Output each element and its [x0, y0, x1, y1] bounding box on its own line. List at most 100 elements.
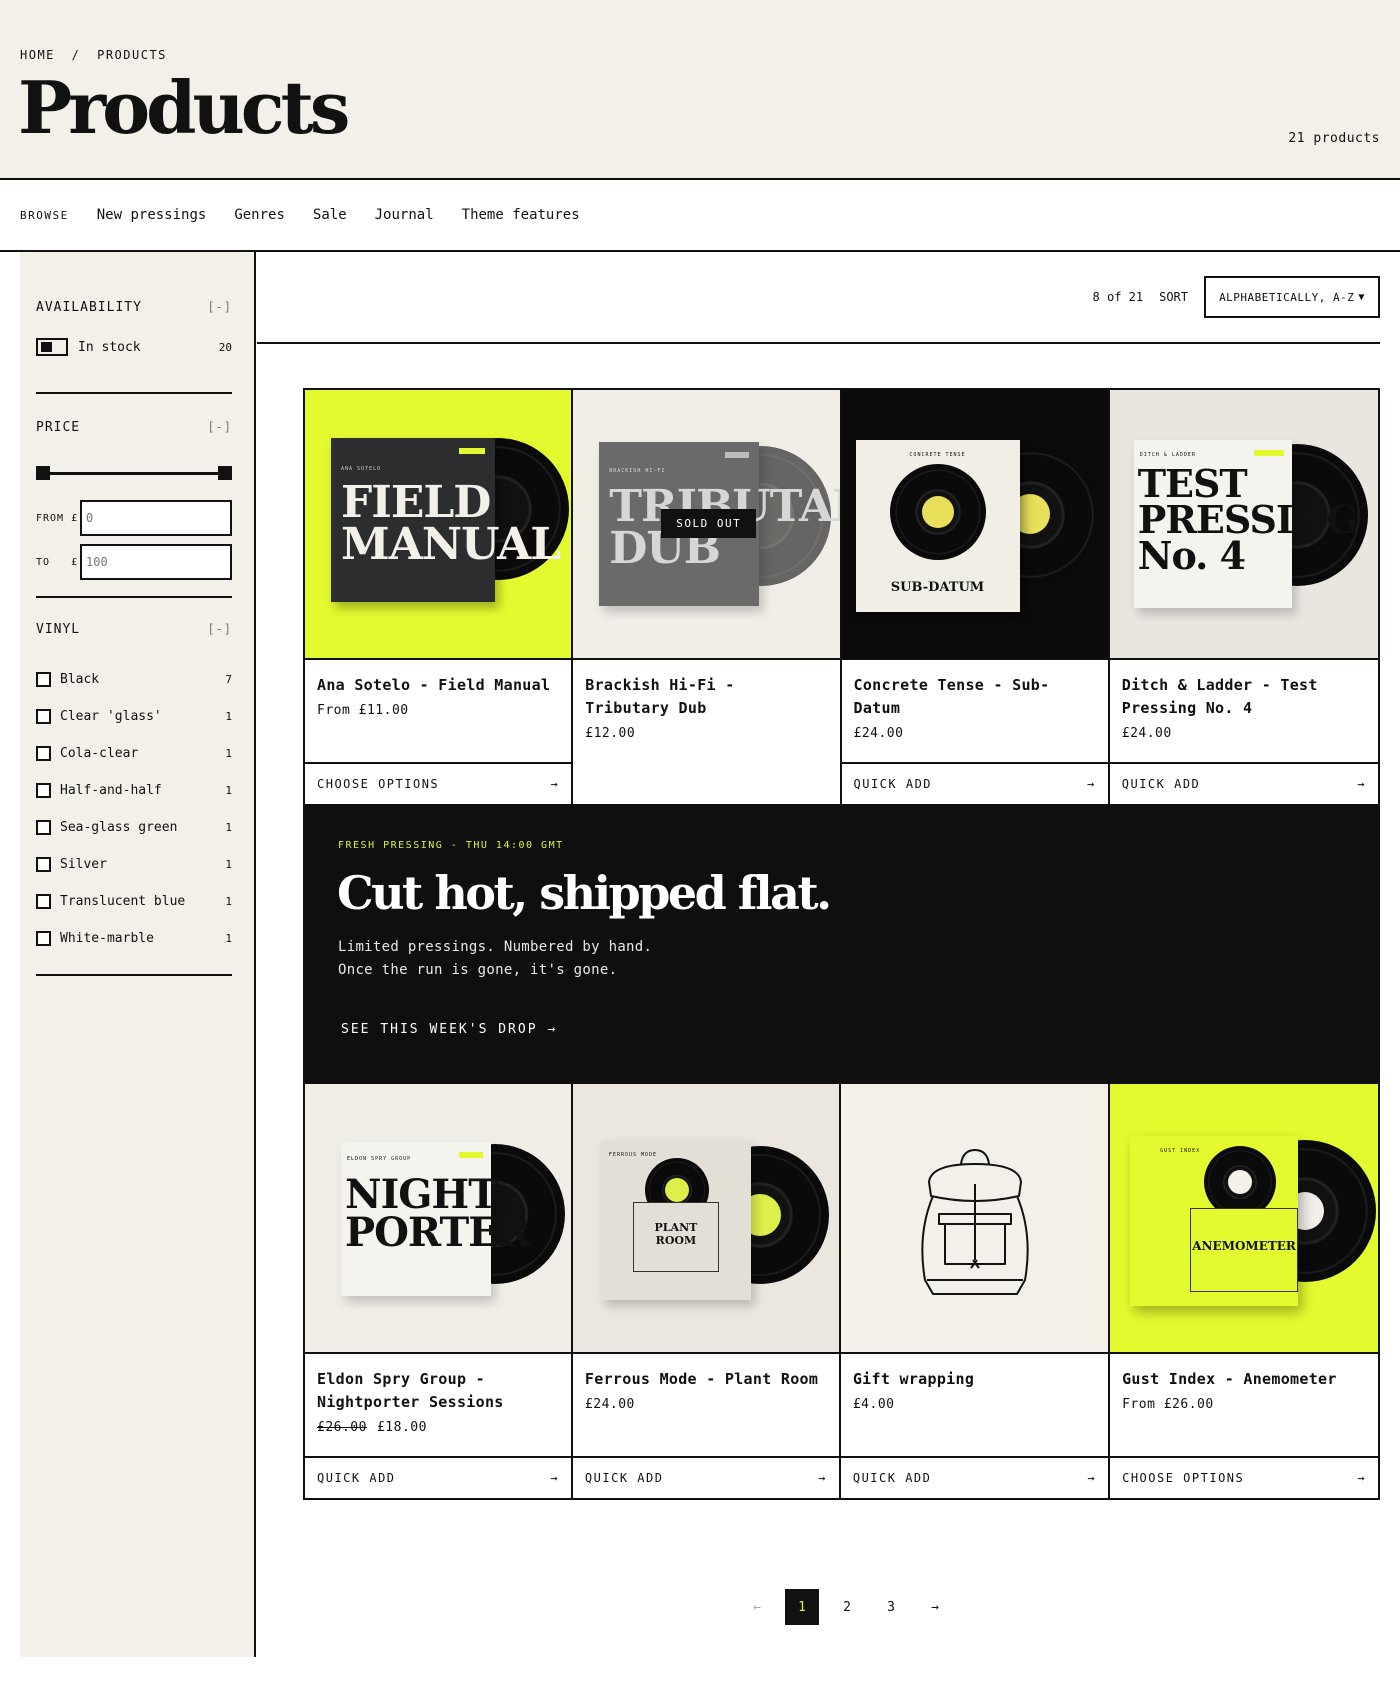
product-image[interactable]	[840, 1084, 1109, 1354]
option-label: Clear 'glass'	[60, 708, 162, 724]
record-sleeve: CONCRETE TENSE SUB-DATUM	[855, 440, 1020, 612]
vinyl-option[interactable]: Cola-clear 1	[36, 743, 232, 763]
next-page-button[interactable]: →	[913, 1589, 957, 1625]
vinyl-option[interactable]: Translucent blue 1	[36, 891, 232, 911]
checkbox[interactable]	[36, 782, 51, 798]
filter-price-title: PRICE	[36, 420, 81, 435]
vinyl-option[interactable]: Black 7	[36, 669, 232, 689]
nav-genres[interactable]: Genres	[234, 207, 285, 223]
results-toolbar: 8 of 21 SORT ALPHABETICALLY, A-Z ▼	[257, 252, 1380, 344]
filter-vinyl-title: VINYL	[36, 622, 81, 637]
browse-label: BROWSE	[20, 208, 69, 222]
banner-line: Limited pressings. Numbered by hand.	[338, 939, 653, 955]
pagination: ← 1 2 3 →	[735, 1589, 957, 1625]
vinyl-option[interactable]: Half-and-half 1	[36, 780, 232, 800]
product-image[interactable]: DITCH & LADDER TEST PRESSING No. 4	[1109, 390, 1378, 660]
vinyl-option[interactable]: White-marble 1	[36, 928, 232, 948]
product-name[interactable]: Concrete Tense - Sub-Datum	[854, 674, 1096, 720]
record-label	[1228, 1170, 1253, 1194]
collapse-toggle[interactable]: [-]	[207, 420, 232, 435]
page-1-button[interactable]: 1	[785, 1589, 819, 1625]
checkbox[interactable]	[36, 856, 51, 872]
product-image[interactable]: GUST INDEX ANEMOMETER	[1110, 1084, 1378, 1354]
quick-add-button[interactable]: QUICK ADD →	[305, 1458, 571, 1498]
checkbox[interactable]	[36, 708, 51, 724]
product-name[interactable]: Ferrous Mode - Plant Room	[585, 1368, 827, 1391]
page-3-button[interactable]: 3	[869, 1589, 913, 1625]
record-sleeve: GUST INDEX ANEMOMETER	[1130, 1136, 1299, 1306]
arrow-right-icon: →	[1357, 1471, 1366, 1485]
product-card[interactable]: GUST INDEX ANEMOMETER Gust Index - Anemo…	[1110, 1084, 1378, 1498]
product-name[interactable]: Gust Index - Anemometer	[1122, 1368, 1366, 1391]
action-label: QUICK ADD	[584, 1471, 664, 1485]
sleeve-title: SUB-DATUM	[890, 580, 985, 595]
prev-page-button[interactable]: ←	[735, 1589, 779, 1625]
product-image[interactable]: BRACKISH HI-FI TRIBUTARY DUB SOLD OUT	[573, 390, 840, 660]
collapse-toggle[interactable]: [-]	[207, 622, 232, 637]
option-count: 1	[225, 709, 232, 723]
product-name[interactable]: Gift wrapping	[853, 1368, 1096, 1391]
choose-options-button[interactable]: CHOOSE OPTIONS →	[1110, 1458, 1378, 1498]
toggle-switch[interactable]	[36, 338, 68, 356]
filter-price-header[interactable]: PRICE [-]	[36, 420, 232, 435]
product-card[interactable]: DITCH & LADDER TEST PRESSING No. 4 Ditch…	[1109, 390, 1378, 804]
product-name[interactable]: Eldon Spry Group - Nightporter Sessions	[317, 1368, 559, 1414]
chevron-down-icon: ▼	[1358, 291, 1365, 303]
product-info: Gust Index - Anemometer From £26.00	[1110, 1354, 1378, 1458]
product-card[interactable]: ANA SOTELO FIELD MANUAL Ana Sotelo - Fie…	[305, 390, 574, 804]
checkbox[interactable]	[36, 671, 51, 687]
product-card[interactable]: BRACKISH HI-FI TRIBUTARY DUB SOLD OUT Br…	[573, 390, 842, 804]
quick-add-button[interactable]: QUICK ADD →	[842, 764, 1108, 804]
breadcrumb-home[interactable]: HOME	[20, 48, 55, 62]
sort-select[interactable]: ALPHABETICALLY, A-Z ▼	[1204, 276, 1380, 318]
see-drop-link[interactable]: SEE THIS WEEK'S DROP →	[341, 1022, 557, 1037]
arrow-right-icon: →	[550, 1471, 559, 1485]
product-row: ANA SOTELO FIELD MANUAL Ana Sotelo - Fie…	[305, 390, 1378, 804]
product-image[interactable]: ELDON SPRY GROUP NIGHT-PORTER	[305, 1084, 571, 1354]
filter-availability-header[interactable]: AVAILABILITY [-]	[36, 300, 232, 315]
product-name[interactable]: Ana Sotelo - Field Manual	[317, 674, 559, 697]
vinyl-option[interactable]: Clear 'glass' 1	[36, 706, 232, 726]
product-image[interactable]: ANA SOTELO FIELD MANUAL	[305, 390, 572, 660]
option-count: 7	[225, 672, 232, 686]
checkbox[interactable]	[36, 819, 51, 835]
checkbox[interactable]	[36, 893, 51, 909]
in-stock-count: 20	[218, 340, 232, 354]
slider-max-handle[interactable]	[218, 466, 232, 480]
slider-min-handle[interactable]	[36, 466, 50, 480]
product-price: £24.00	[584, 1397, 635, 1412]
choose-options-button[interactable]: CHOOSE OPTIONS →	[305, 764, 571, 804]
option-count: 1	[225, 894, 232, 908]
product-image[interactable]: FERROUS MODE PLANT ROOM	[572, 1084, 839, 1354]
collapse-toggle[interactable]: [-]	[207, 300, 232, 315]
product-card[interactable]: FERROUS MODE PLANT ROOM Ferrous Mode - P…	[572, 1084, 841, 1498]
product-card[interactable]: CONCRETE TENSE SUB-DATUM Concrete Tense …	[841, 390, 1110, 804]
price-from-input[interactable]	[80, 500, 232, 536]
product-name[interactable]: Ditch & Ladder - Test Pressing No. 4	[1122, 674, 1366, 720]
nav-sale[interactable]: Sale	[313, 207, 347, 223]
option-count: 1	[225, 857, 232, 871]
quick-add-button[interactable]: QUICK ADD →	[573, 1458, 839, 1498]
checkbox[interactable]	[36, 745, 51, 761]
vinyl-option[interactable]: Silver 1	[36, 854, 232, 874]
filter-availability-title: AVAILABILITY	[36, 300, 142, 315]
in-stock-label: In stock	[78, 339, 141, 355]
quick-add-button[interactable]: QUICK ADD →	[841, 1458, 1108, 1498]
product-card[interactable]: Gift wrapping £4.00 QUICK ADD →	[840, 1084, 1111, 1498]
quick-add-button[interactable]: QUICK ADD →	[1110, 764, 1378, 804]
page-2-button[interactable]: 2	[825, 1589, 869, 1625]
divider	[36, 596, 232, 598]
product-name[interactable]: Brackish Hi-Fi - Tributary Dub	[585, 674, 827, 720]
product-card[interactable]: ELDON SPRY GROUP NIGHT-PORTER Eldon Spry…	[305, 1084, 573, 1498]
checkbox[interactable]	[36, 930, 51, 946]
filter-vinyl-header[interactable]: VINYL [-]	[36, 622, 232, 637]
product-image[interactable]: CONCRETE TENSE SUB-DATUM	[841, 390, 1108, 660]
in-stock-toggle[interactable]: In stock 20	[36, 338, 232, 356]
price-to-input[interactable]	[80, 544, 232, 580]
vinyl-option[interactable]: Sea-glass green 1	[36, 817, 232, 837]
sleeve-sticker	[459, 448, 485, 454]
nav-theme-features[interactable]: Theme features	[462, 207, 580, 223]
nav-new-pressings[interactable]: New pressings	[97, 207, 207, 223]
nav-journal[interactable]: Journal	[375, 207, 434, 223]
price-range-slider[interactable]	[36, 466, 232, 482]
